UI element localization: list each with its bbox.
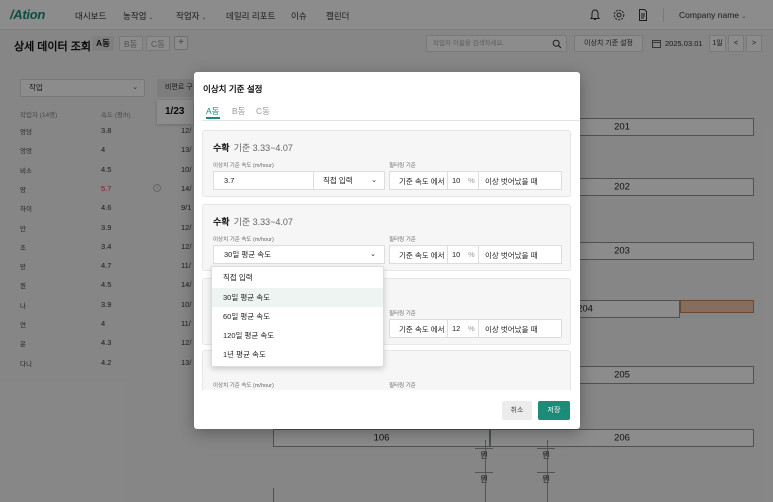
- threshold-prefix: 기준 속도 에서: [399, 325, 445, 334]
- dropdown-option[interactable]: 직접 입력: [212, 268, 383, 287]
- value-label: 이상치 기준 속도 (m/hour): [213, 163, 274, 169]
- card-title: 수확 기준 3.33~4.07: [213, 141, 293, 154]
- filter-label: 필터링 기준: [389, 163, 416, 169]
- save-button[interactable]: 저장: [538, 401, 570, 420]
- dropdown-option[interactable]: 1년 평균 속도: [212, 345, 383, 364]
- tab-divider: [202, 120, 580, 121]
- select-value: 직접 입력: [323, 176, 353, 185]
- modal-tab-a[interactable]: A동: [206, 105, 220, 119]
- filter-label: 필터링 기준: [389, 311, 416, 317]
- threshold-field: 기준 속도 에서 10 % 이상 벗어났을 때: [389, 245, 562, 264]
- filter-label: 필터링 기준: [389, 383, 416, 389]
- threshold-input[interactable]: 10: [452, 176, 460, 185]
- chevron-down-icon: ⌄: [370, 251, 376, 258]
- modal-title: 이상치 기준 설정: [203, 84, 263, 94]
- speed-mode-select[interactable]: 직접 입력 ⌄: [313, 171, 385, 190]
- dropdown-option-selected[interactable]: 30일 평균 속도: [212, 288, 383, 307]
- field-divider: [447, 246, 448, 263]
- crop-name: 수확: [213, 143, 230, 153]
- outlier-settings-modal: 이상치 기준 설정 A동 B동 C동 수확 기준 3.33~4.07 이상치 기준…: [194, 72, 580, 429]
- speed-mode-dropdown: 직접 입력 30일 평균 속도 60일 평균 속도 120일 평균 속도 1년 …: [211, 266, 384, 367]
- modal-tab-c[interactable]: C동: [256, 105, 270, 119]
- threshold-suffix: 이상 벗어났을 때: [485, 177, 538, 186]
- crop-name: 수확: [213, 217, 230, 227]
- range-text: 기준 3.33~4.07: [233, 143, 293, 153]
- chevron-down-icon: ⌄: [371, 177, 377, 184]
- range-text: 기준 3.33~4.07: [233, 217, 293, 227]
- dropdown-option[interactable]: 120일 평균 속도: [212, 326, 383, 345]
- threshold-input[interactable]: 10: [452, 250, 460, 259]
- threshold-prefix: 기준 속도 에서: [399, 251, 445, 260]
- criteria-card: 수확 기준 3.33~4.07 이상치 기준 속도 (m/hour) 필터링 기준…: [202, 204, 571, 271]
- threshold-prefix: 기준 속도 에서: [399, 177, 445, 186]
- value-label: 이상치 기준 속도 (m/hour): [213, 237, 274, 243]
- threshold-input[interactable]: 12: [452, 324, 460, 333]
- field-divider: [447, 320, 448, 337]
- field-divider: [478, 172, 479, 189]
- field-divider: [478, 246, 479, 263]
- dropdown-option[interactable]: 60일 평균 속도: [212, 307, 383, 326]
- card-title: 수확 기준 3.33~4.07: [213, 215, 293, 228]
- criteria-card: 수확 기준 3.33~4.07 이상치 기준 속도 (m/hour) 필터링 기준…: [202, 130, 571, 197]
- speed-value-input[interactable]: 3.7: [213, 171, 313, 190]
- threshold-suffix: 이상 벗어났을 때: [485, 251, 538, 260]
- percent-unit: %: [468, 324, 475, 333]
- field-divider: [478, 320, 479, 337]
- speed-mode-select-open[interactable]: 30일 평균 속도 ⌄: [213, 245, 385, 264]
- field-divider: [447, 172, 448, 189]
- percent-unit: %: [468, 176, 475, 185]
- percent-unit: %: [468, 250, 475, 259]
- threshold-field: 기준 속도 에서 10 % 이상 벗어났을 때: [389, 171, 562, 190]
- threshold-suffix: 이상 벗어났을 때: [485, 325, 538, 334]
- threshold-field: 기준 속도 에서 12 % 이상 벗어났을 때: [389, 319, 562, 338]
- cancel-button[interactable]: 취소: [502, 401, 532, 420]
- filter-label: 필터링 기준: [389, 237, 416, 243]
- value-label: 이상치 기준 속도 (m/hour): [213, 383, 274, 389]
- modal-tab-b[interactable]: B동: [232, 105, 246, 119]
- select-value: 30일 평균 속도: [224, 250, 272, 259]
